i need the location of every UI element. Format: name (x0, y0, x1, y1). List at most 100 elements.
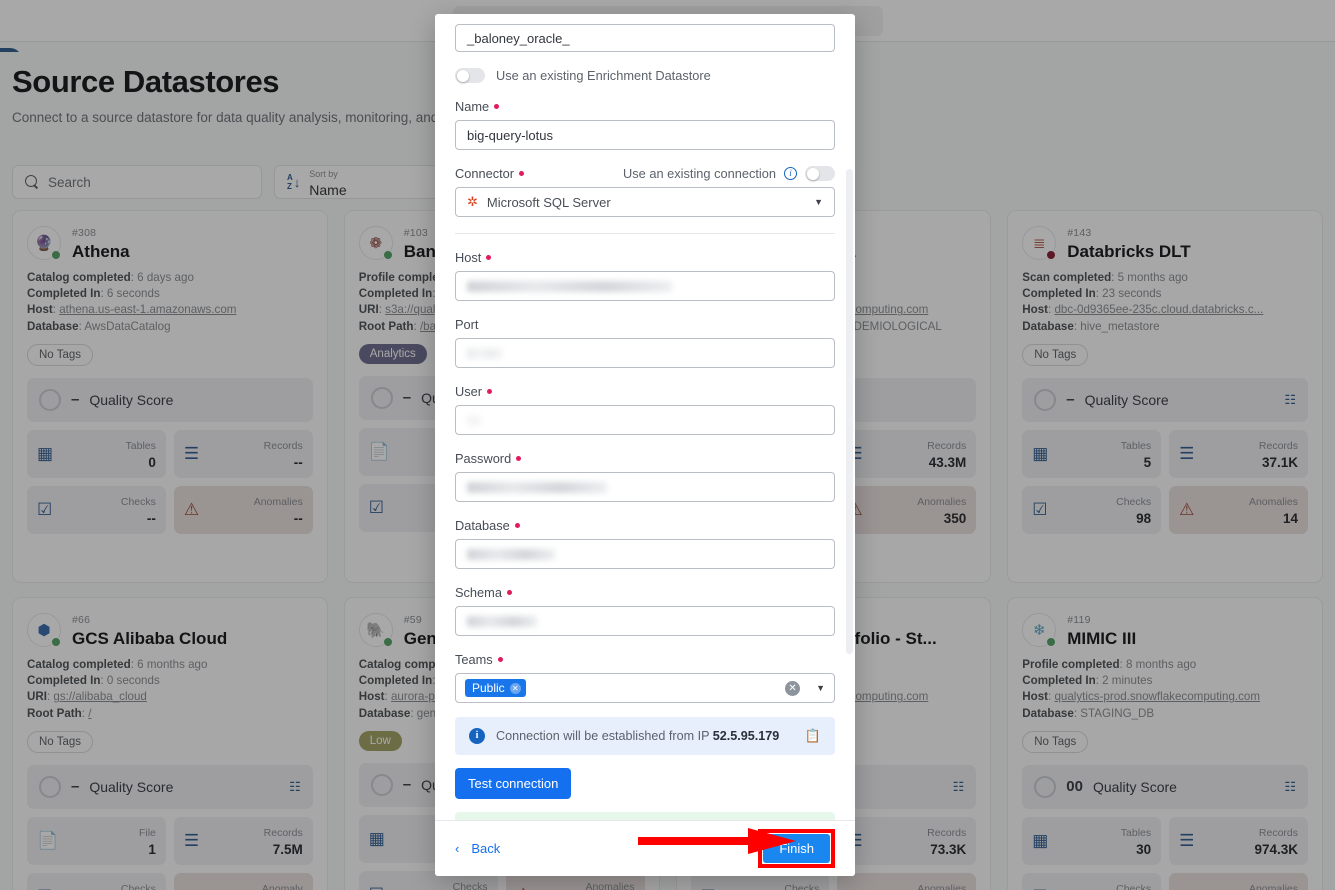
required-dot-icon (514, 523, 520, 528)
card-meta-link[interactable]: athena.us-east-1.amazonaws.com (59, 303, 236, 316)
stat-records[interactable]: ☰ Records 974.3K (1169, 816, 1308, 865)
status-dot-icon (382, 249, 393, 260)
stat-label: Tables (1120, 826, 1152, 839)
records-icon: ☰ (1179, 830, 1195, 850)
card-tag[interactable]: No Tags (27, 730, 93, 753)
stat-tables[interactable]: ▦ Tables 5 (1022, 429, 1162, 478)
card-tag[interactable]: No Tags (1022, 730, 1089, 753)
status-dot-icon (51, 249, 61, 260)
stat-label: Tables (1120, 439, 1152, 452)
stat-records[interactable]: ☰ Records 73.3K (837, 816, 977, 865)
card-meta-label: Completed In (358, 674, 433, 688)
test-connection-button[interactable]: Test connection (455, 768, 572, 799)
host-input[interactable] (455, 271, 835, 301)
host-label: Host (455, 250, 835, 265)
stat-file[interactable]: 📄 File 1 (27, 816, 166, 865)
quality-score-panel[interactable]: – Quality Score ☷ (1022, 377, 1308, 422)
table-icon: ▦ (1032, 830, 1049, 850)
card-stats: ▦ Tables 30 ☰ Records 974.3K ☑ Checks 1,… (1022, 816, 1308, 890)
database-input[interactable] (455, 539, 835, 569)
stat-tables[interactable]: ▦ Tables 0 (27, 429, 166, 478)
connector-select[interactable]: ✲ Microsoft SQL Server ▼ (455, 187, 835, 217)
stat-anomalies[interactable]: ⚠ Anomalies 14 (1169, 485, 1308, 534)
modal-scrollbar[interactable] (846, 169, 853, 654)
card-title: GCS Alibaba Cloud (72, 629, 228, 648)
schema-input[interactable] (455, 606, 835, 636)
lineage-tree-icon[interactable]: ☷ (1284, 392, 1296, 408)
stat-tables[interactable]: ▦ Tables 30 (1022, 816, 1162, 865)
file-icon: 📄 (368, 441, 390, 461)
stat-checks[interactable]: ☑ Checks 23 (27, 872, 166, 890)
stat-checks[interactable]: ☑ Checks 1,059 (1022, 872, 1162, 890)
remove-chip-icon[interactable]: ✕ (509, 682, 521, 694)
lineage-tree-icon[interactable]: ☷ (289, 779, 301, 795)
datastore-avatar: ❄ (1022, 612, 1057, 647)
quality-score-panel[interactable]: – Quality Score ☷ (27, 764, 313, 809)
teams-select[interactable]: Public ✕ ✕ ▼ (455, 673, 835, 703)
use-existing-enrichment-toggle[interactable] (455, 68, 485, 83)
copy-icon[interactable]: 📋 (805, 728, 821, 744)
card-tag[interactable]: No Tags (1022, 343, 1089, 366)
quality-score-panel[interactable]: – Quality Score (27, 377, 313, 422)
use-existing-connection-row[interactable]: Use an existing connection i (623, 166, 835, 181)
card-meta-link[interactable]: dbc-0d9365ee-235c.cloud.databricks.c... (1054, 303, 1263, 316)
datastore-card[interactable]: ❄ #119 MIMIC III Profile completed: 8 mo… (1007, 597, 1323, 890)
card-meta-value: 5 months ago (1117, 271, 1188, 284)
datastore-card[interactable]: ≣ #143 Databricks DLT Scan completed: 5 … (1007, 210, 1323, 583)
chevron-left-icon: ‹ (455, 841, 460, 856)
stat-anomalies[interactable]: ⚠ Anomalies 226 (1169, 872, 1308, 890)
lineage-tree-icon[interactable]: ☷ (953, 779, 965, 795)
ip-info-banner: i Connection will be established from IP… (455, 717, 835, 755)
stat-anomalies[interactable]: ⚠ Anomalies 350 (837, 485, 977, 534)
datastore-card[interactable]: 🔮 #308 Athena Catalog completed: 6 days … (12, 210, 328, 583)
clear-selection-icon[interactable]: ✕ (785, 680, 801, 696)
quality-ring-icon (1034, 775, 1057, 798)
card-meta-label: URI (27, 690, 47, 704)
quality-score-value: 00 (1066, 778, 1083, 796)
team-chip[interactable]: Public ✕ (465, 679, 526, 697)
card-meta: Profile completed: 8 months ago Completed… (1022, 657, 1308, 722)
port-input[interactable] (455, 338, 835, 368)
stat-records[interactable]: ☰ Records 7.5M (173, 816, 313, 865)
card-tag[interactable]: Low (358, 730, 402, 751)
card-tag[interactable]: No Tags (27, 343, 93, 366)
password-label: Password (455, 451, 835, 466)
card-meta-value: STAGING_DB (1080, 706, 1155, 720)
stat-anomaly[interactable]: ⚠ Anomaly 1 (173, 872, 313, 890)
back-button[interactable]: ‹ Back (455, 841, 500, 856)
chevron-down-icon[interactable]: ▼ (816, 683, 825, 693)
enrichment-prefix-input[interactable]: _baloney_oracle_ (455, 24, 835, 52)
datastore-avatar: ⬢ (27, 612, 61, 647)
stat-checks[interactable]: ☑ Checks 98 (1022, 485, 1162, 534)
use-existing-connection-toggle[interactable] (805, 166, 835, 181)
lineage-tree-icon[interactable]: ☷ (1284, 779, 1296, 795)
search-input[interactable]: Search (12, 165, 262, 199)
ip-banner-value: 52.5.95.179 (712, 729, 780, 743)
card-meta-row: Scan completed: 5 months ago (1022, 271, 1188, 284)
user-input[interactable] (455, 405, 835, 435)
card-meta-link[interactable]: gs://alibaba_cloud (53, 690, 146, 703)
stat-anomalies[interactable]: ⚠ Anomalies -- (173, 485, 313, 534)
card-meta-link[interactable]: / (88, 707, 91, 720)
quality-score-label: Quality Score (89, 778, 174, 795)
use-existing-enrichment-row[interactable]: Use an existing Enrichment Datastore (455, 68, 835, 83)
quality-score-value: – (402, 776, 412, 794)
stat-records[interactable]: ☰ Records 43.3M (837, 429, 977, 478)
annotation-arrow-icon (638, 828, 796, 854)
password-input[interactable] (455, 472, 835, 502)
card-tag[interactable]: Analytics (358, 343, 427, 364)
chevron-down-icon: ▼ (814, 197, 823, 207)
stat-records[interactable]: ☰ Records -- (173, 429, 313, 478)
stat-label: Checks (120, 495, 156, 508)
card-meta-label: Completed In (1022, 287, 1096, 301)
quality-score-panel[interactable]: 00 Quality Score ☷ (1022, 764, 1308, 809)
card-meta-link[interactable]: qualytics-prod.snowflakecomputing.com (1054, 690, 1260, 703)
info-icon[interactable]: i (784, 167, 797, 180)
stat-records[interactable]: ☰ Records 37.1K (1169, 429, 1308, 478)
datastore-card[interactable]: ⬢ #66 GCS Alibaba Cloud Catalog complete… (12, 597, 328, 890)
stat-checks[interactable]: ☑ Checks -- (27, 485, 166, 534)
table-icon: ▦ (368, 828, 385, 848)
stat-anomalies[interactable]: ⚠ Anomalies 17 (837, 872, 977, 890)
name-input[interactable]: big-query-lotus (455, 120, 835, 150)
card-id: #143 (1067, 227, 1092, 239)
